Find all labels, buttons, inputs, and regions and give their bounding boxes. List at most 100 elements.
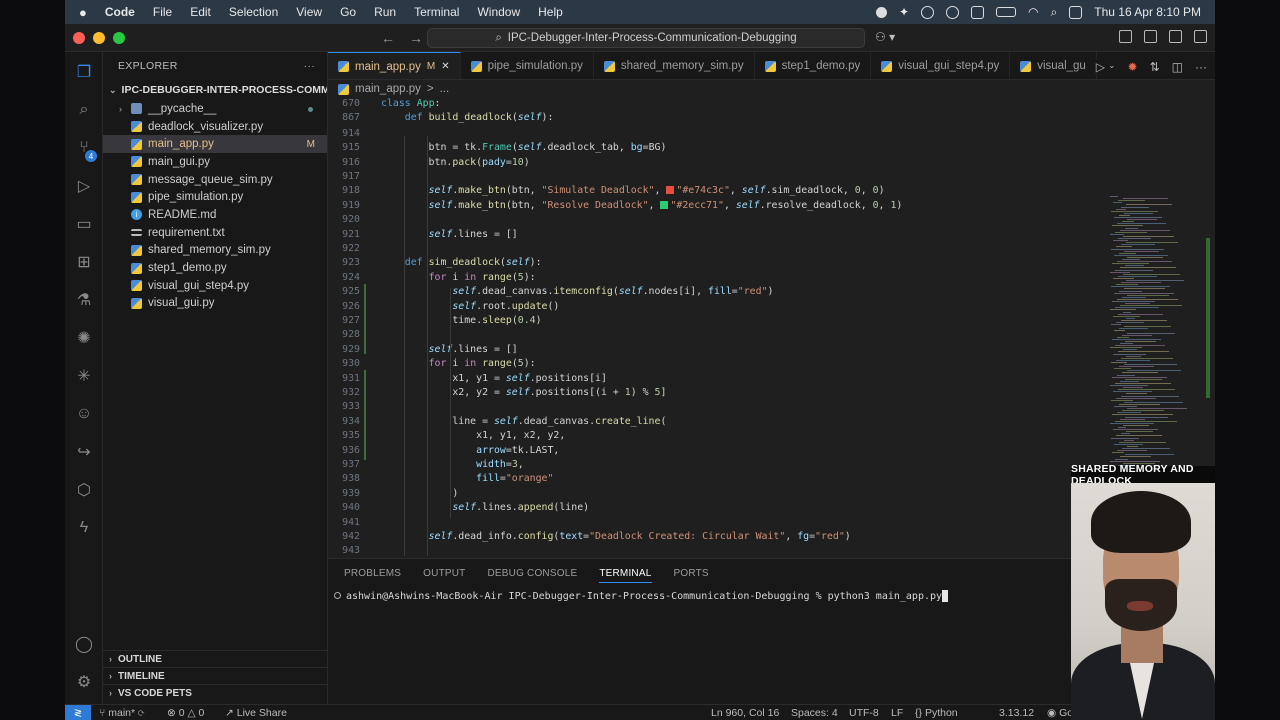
search-icon[interactable]: ⌕ xyxy=(1051,5,1058,20)
tab-step1-demo[interactable]: step1_demo.py xyxy=(755,52,872,79)
timeline-section[interactable]: › TIMELINE xyxy=(103,667,328,684)
tab-visual-gui[interactable]: visual_gu xyxy=(1010,52,1097,79)
live-share-icon[interactable]: ↪ xyxy=(74,442,94,462)
tab-output[interactable]: OUTPUT xyxy=(423,568,465,579)
burst-icon[interactable]: ✹ xyxy=(1128,60,1138,74)
python-interpreter[interactable]: 3.13.12 xyxy=(999,707,1034,719)
record-icon[interactable] xyxy=(875,6,887,18)
language-mode[interactable]: {} Python xyxy=(915,707,958,719)
live-share-status[interactable]: ↗ Live Share xyxy=(225,707,287,719)
menubar-clock[interactable]: Thu 16 Apr 8:10 PM xyxy=(1094,5,1201,19)
close-window-button[interactable] xyxy=(73,31,85,44)
tree-folder-pycache[interactable]: › __pycache__ xyxy=(103,100,327,118)
tree-file-step1-demo[interactable]: step1_demo.py xyxy=(103,259,327,277)
run-debug-icon[interactable]: ▷ xyxy=(74,176,94,196)
go-live-status[interactable]: ◉ Go xyxy=(1047,707,1073,719)
minimize-window-button[interactable] xyxy=(93,31,105,44)
battery-icon[interactable] xyxy=(996,7,1017,17)
toggle-secondary-sidebar-icon[interactable] xyxy=(1169,30,1182,43)
tab-shared-memory[interactable]: shared_memory_sim.py xyxy=(594,52,755,79)
toggle-primary-sidebar-icon[interactable] xyxy=(1119,30,1132,43)
split-editor-icon[interactable]: ◫ xyxy=(1172,60,1183,74)
tab-ports[interactable]: PORTS xyxy=(674,568,709,579)
open-changes-icon[interactable]: ⇅ xyxy=(1150,60,1160,74)
tab-problems[interactable]: PROBLEMS xyxy=(344,568,401,579)
indentation[interactable]: Spaces: 4 xyxy=(791,707,838,719)
control-center-icon[interactable] xyxy=(1069,5,1083,19)
remote-explorer-icon[interactable]: ▭ xyxy=(74,214,94,234)
user-icon[interactable] xyxy=(946,5,960,19)
tree-file-visual-gui-step4[interactable]: visual_gui_step4.py xyxy=(103,277,327,295)
command-center-search[interactable]: ⌕ IPC-Debugger-Inter-Process-Communicati… xyxy=(427,28,865,48)
menu-terminal[interactable]: Terminal xyxy=(414,5,459,19)
branch-status[interactable]: ⑂ main* ⟳ xyxy=(99,707,144,719)
remote-indicator-icon[interactable]: ≷ xyxy=(65,705,91,720)
tab-main-app[interactable]: main_app.py M ✕ xyxy=(328,52,461,79)
workspace-root[interactable]: ⌄ IPC-DEBUGGER-INTER-PROCESS-COMMUNI... xyxy=(103,80,327,100)
tree-file-readme[interactable]: i README.md xyxy=(103,206,327,224)
tree-file-visual-gui[interactable]: visual_gui.py xyxy=(103,295,327,313)
copilot-icon[interactable]: ⚇ ▾ xyxy=(875,30,895,44)
vscode-pets-section[interactable]: › VS CODE PETS xyxy=(103,684,328,701)
more-actions-icon[interactable]: ··· xyxy=(1195,60,1207,74)
tree-file-shared-memory[interactable]: shared_memory_sim.py xyxy=(103,242,327,260)
tree-file-pipe-simulation[interactable]: pipe_simulation.py xyxy=(103,188,327,206)
extension-star-icon[interactable]: ✺ xyxy=(74,328,94,348)
minimap-line xyxy=(1120,456,1151,458)
branch-icon: ⑂ xyxy=(99,707,106,719)
breadcrumb-file[interactable]: main_app.py xyxy=(355,83,421,95)
menu-view[interactable]: View xyxy=(296,5,322,19)
customize-layout-icon[interactable] xyxy=(1194,30,1207,43)
menu-edit[interactable]: Edit xyxy=(190,5,211,19)
problems-status[interactable]: ⊗ 0 △ 0 xyxy=(167,707,204,719)
tree-file-main-gui[interactable]: main_gui.py xyxy=(103,153,327,171)
outline-section[interactable]: › OUTLINE xyxy=(103,650,328,667)
encoding[interactable]: UTF-8 xyxy=(849,707,879,719)
tree-file-requirement[interactable]: requirement.txt xyxy=(103,224,327,242)
extensions-icon[interactable]: ⊞ xyxy=(74,252,94,272)
toggle-panel-icon[interactable] xyxy=(1144,30,1157,43)
menu-selection[interactable]: Selection xyxy=(229,5,278,19)
sparkle-icon[interactable]: ✦ xyxy=(899,5,909,19)
display-icon[interactable] xyxy=(971,5,985,19)
tab-debug-console[interactable]: DEBUG CONSOLE xyxy=(487,568,577,579)
run-dropdown-icon[interactable]: ⌄ xyxy=(1108,60,1116,74)
breadcrumb-symbol[interactable]: ... xyxy=(440,83,450,95)
menu-go[interactable]: Go xyxy=(340,5,356,19)
menu-run[interactable]: Run xyxy=(374,5,396,19)
vpn-icon[interactable] xyxy=(921,5,935,19)
manage-gear-icon[interactable]: ⚙ xyxy=(74,672,94,692)
testing-icon[interactable]: ⚗ xyxy=(74,290,94,310)
menu-file[interactable]: File xyxy=(153,5,172,19)
wifi-icon[interactable]: ◠ xyxy=(1028,5,1038,19)
macos-menubar: ● Code File Edit Selection View Go Run T… xyxy=(65,0,1215,24)
terminal-output[interactable]: ashwin@Ashwins-MacBook-Air IPC-Debugger-… xyxy=(334,590,949,602)
tab-terminal[interactable]: TERMINAL xyxy=(599,564,652,583)
zoom-window-button[interactable] xyxy=(113,31,125,44)
tree-file-deadlock-visualizer[interactable]: deadlock_visualizer.py xyxy=(103,118,327,136)
explorer-icon[interactable]: ❐ xyxy=(74,62,94,82)
containers-icon[interactable]: ⬡ xyxy=(74,480,94,500)
search-icon[interactable]: ⌕ xyxy=(74,100,94,120)
account-icon[interactable]: ◯ xyxy=(74,634,94,654)
tree-file-main-app[interactable]: main_app.py M xyxy=(103,135,327,154)
cursor-position[interactable]: Ln 960, Col 16 xyxy=(711,707,779,719)
tab-pipe-simulation[interactable]: pipe_simulation.py xyxy=(461,52,594,79)
apple-menu-icon[interactable]: ● xyxy=(79,5,87,20)
forward-arrow-icon[interactable]: → xyxy=(409,30,423,46)
menu-window[interactable]: Window xyxy=(477,5,520,19)
copilot-chat-icon[interactable]: ☺ xyxy=(74,404,94,424)
thunder-icon[interactable]: ϟ xyxy=(74,518,94,538)
end-of-line[interactable]: LF xyxy=(891,707,903,719)
tab-visual-gui-step4[interactable]: visual_gui_step4.py xyxy=(871,52,1011,79)
app-menu[interactable]: Code xyxy=(105,5,135,19)
close-icon[interactable]: ✕ xyxy=(441,61,449,72)
menu-help[interactable]: Help xyxy=(538,5,563,19)
tree-file-message-queue[interactable]: message_queue_sim.py xyxy=(103,171,327,189)
scroll-indicator[interactable] xyxy=(1206,238,1210,398)
extension-asterisk-icon[interactable]: ✳ xyxy=(74,366,94,386)
back-arrow-icon[interactable]: ← xyxy=(381,30,395,46)
run-file-icon[interactable]: ▷ xyxy=(1096,60,1105,74)
explorer-more-icon[interactable]: ··· xyxy=(304,60,315,72)
minimap-line xyxy=(1121,395,1179,397)
